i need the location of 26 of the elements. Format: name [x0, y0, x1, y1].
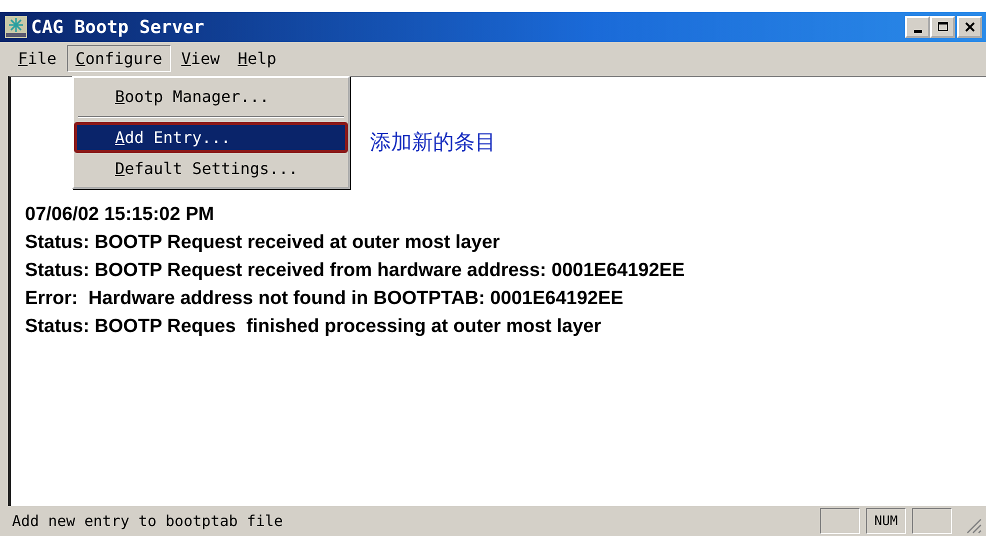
log-line: Status: BOOTP Request received at outer most layer: [25, 231, 501, 255]
snowflake-icon: [5, 16, 27, 38]
menu-option[interactable]: Add Entry...: [74, 122, 348, 153]
status-panel: [912, 508, 952, 534]
menu-item[interactable]: File: [10, 46, 65, 70]
resize-grip-icon[interactable]: [964, 516, 982, 534]
annotation-text: 添加新的条目: [370, 129, 496, 156]
log-line: Status: BOOTP Reques finished processing at outer most layer: [25, 315, 602, 339]
menu-item[interactable]: View: [173, 46, 228, 70]
log-line: 07/06/02 15:15:02 PM: [25, 203, 216, 227]
close-icon: [962, 20, 976, 34]
window-title: CAG Bootp Server: [31, 16, 206, 38]
log-line: Status: BOOTP Request received from hardware address: 0001E64192EE: [25, 259, 686, 283]
status-panel: [820, 508, 860, 534]
menu-option[interactable]: Default Settings...: [74, 153, 348, 184]
status-indicator: NUM: [866, 508, 906, 534]
log-line: Error: Hardware address not found in BOOTPTAB: 0001E64192EE: [25, 287, 624, 311]
close-button[interactable]: [957, 16, 982, 38]
menu-item[interactable]: Help: [230, 46, 284, 70]
minimize-icon: [914, 30, 922, 32]
minimize-button[interactable]: [905, 16, 930, 38]
menu-item[interactable]: Configure: [66, 44, 172, 72]
menu-option[interactable]: Bootp Manager...: [74, 81, 348, 112]
maximize-button[interactable]: [930, 16, 955, 38]
status-message: Add new entry to bootptab file: [12, 512, 284, 530]
maximize-icon: [936, 20, 950, 34]
